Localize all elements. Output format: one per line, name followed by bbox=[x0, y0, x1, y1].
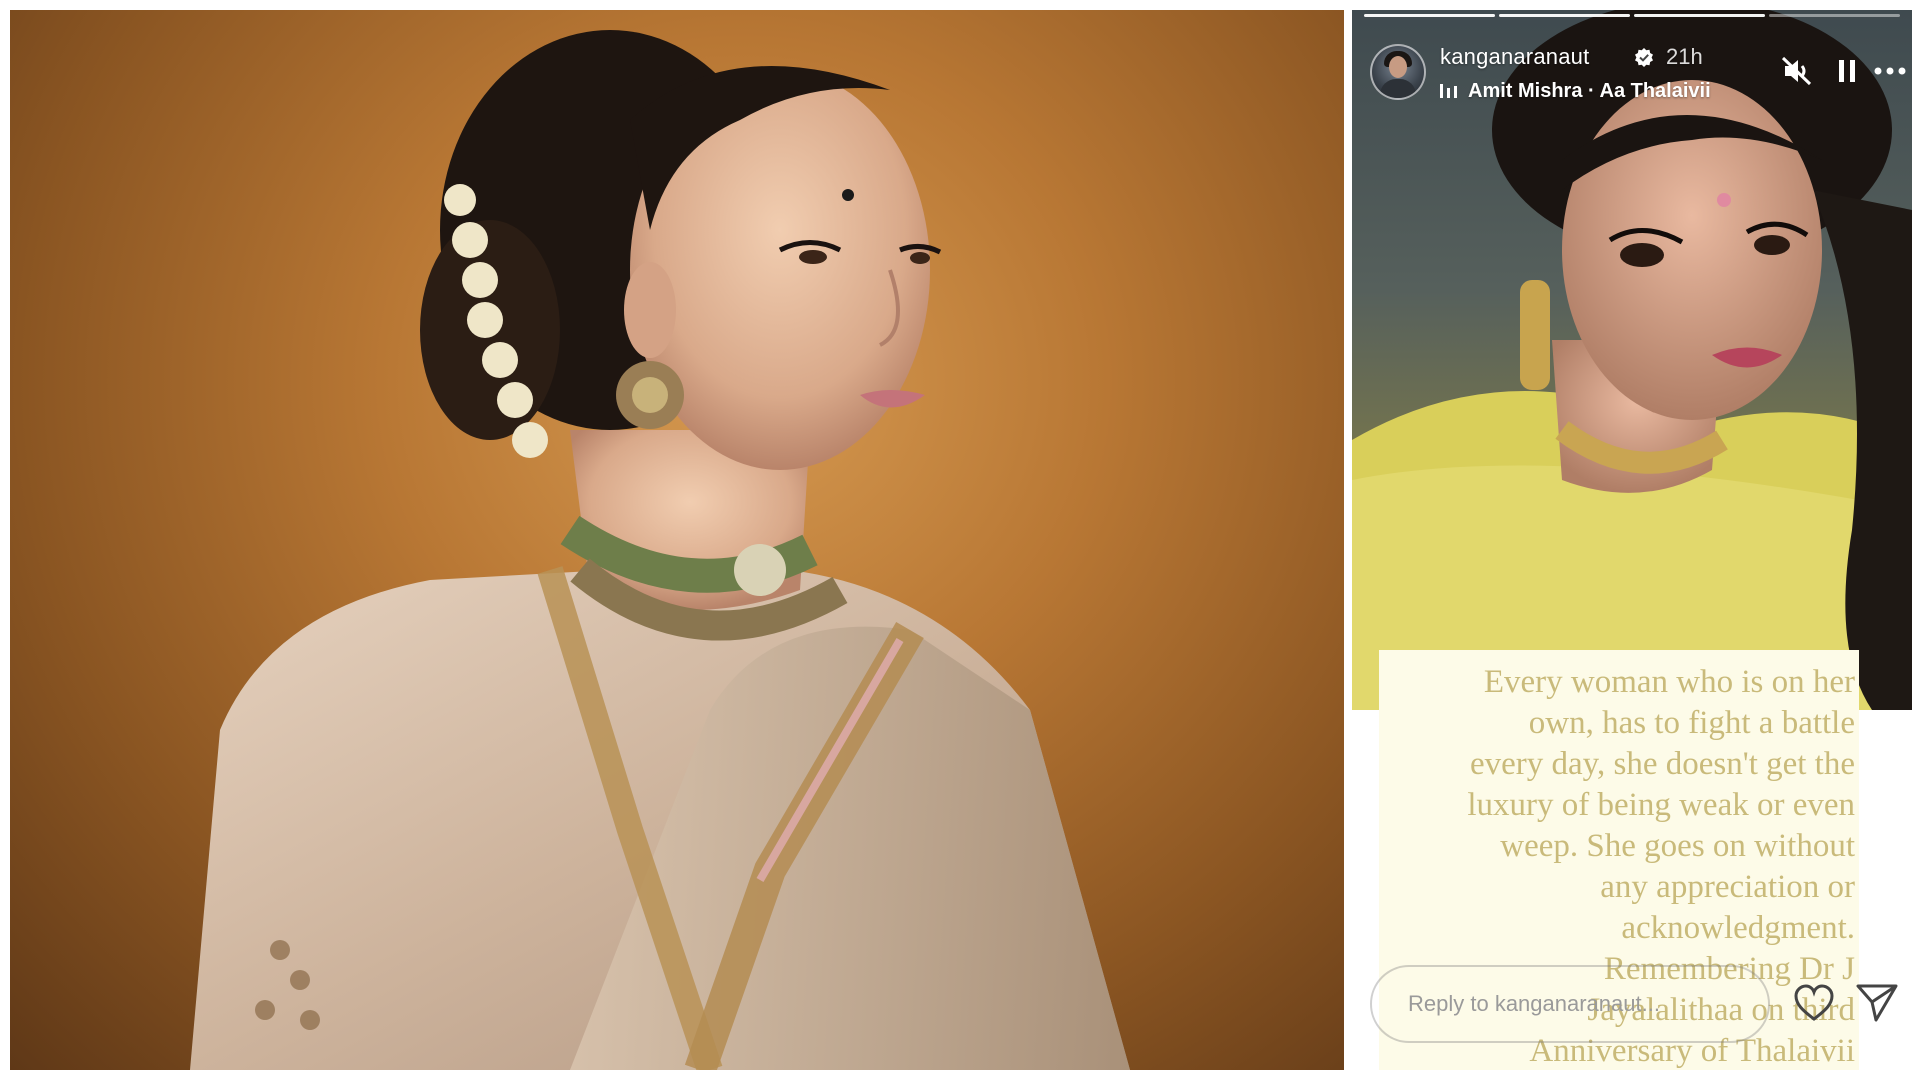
music-label: Amit Mishra · Aa Thalaivii bbox=[1468, 79, 1711, 102]
progress-segment bbox=[1634, 14, 1765, 17]
instagram-story: kanganaranaut 21h Amit Mishra · Aa Thala… bbox=[1352, 10, 1912, 1070]
verified-badge-icon bbox=[1635, 48, 1653, 67]
avatar[interactable] bbox=[1370, 44, 1426, 100]
story-progress-bars bbox=[1364, 14, 1900, 17]
reply-input[interactable]: Reply to kanganaranaut... bbox=[1370, 965, 1770, 1043]
story-header: kanganaranaut 21h Amit Mishra · Aa Thala… bbox=[1370, 34, 1906, 104]
music-attribution[interactable]: Amit Mishra · Aa Thalaivii bbox=[1438, 78, 1711, 104]
portrait-illustration bbox=[190, 30, 1130, 1070]
heart-icon[interactable] bbox=[1792, 982, 1836, 1024]
music-bars-icon bbox=[1440, 84, 1457, 98]
more-dots-icon[interactable] bbox=[1870, 54, 1910, 88]
portrait-photo bbox=[10, 10, 1344, 1070]
reply-placeholder: Reply to kanganaranaut... bbox=[1408, 991, 1660, 1016]
story-illustration bbox=[1352, 10, 1912, 710]
collage-frame: kanganaranaut 21h Amit Mishra · Aa Thala… bbox=[0, 0, 1920, 1080]
send-icon[interactable] bbox=[1854, 980, 1900, 1024]
story-image bbox=[1352, 10, 1912, 710]
progress-segment bbox=[1499, 14, 1630, 17]
pause-icon[interactable] bbox=[1832, 56, 1862, 86]
speaker-muted-icon[interactable] bbox=[1780, 54, 1814, 88]
progress-segment bbox=[1769, 14, 1900, 17]
progress-segment bbox=[1364, 14, 1495, 17]
username[interactable]: kanganaranaut bbox=[1440, 44, 1589, 70]
story-time: 21h bbox=[1666, 44, 1703, 69]
